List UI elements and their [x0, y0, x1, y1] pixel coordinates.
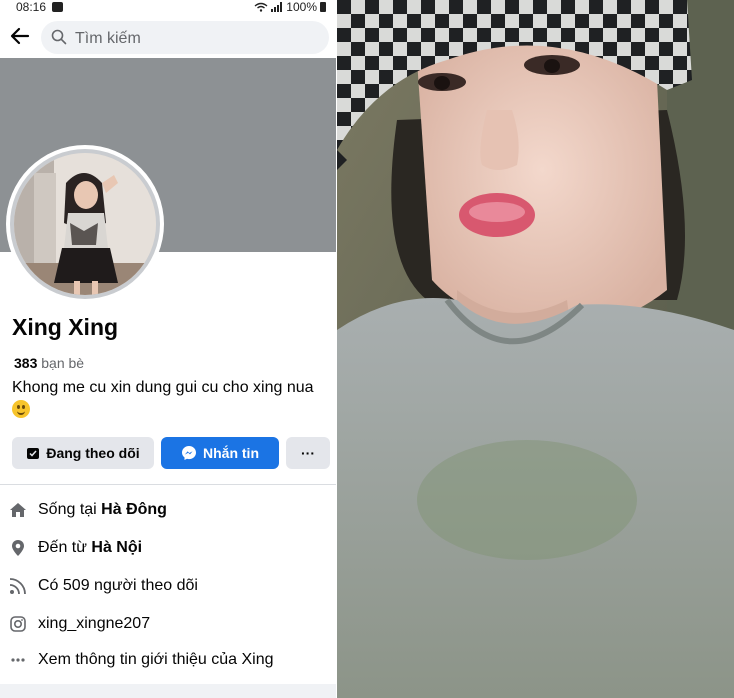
message-button[interactable]: Nhắn tin: [161, 437, 279, 469]
location-pin-icon: [12, 540, 24, 556]
from-place[interactable]: Hà Nội: [91, 539, 142, 556]
bottom-separator: [0, 684, 336, 698]
lives-prefix: Sống tại: [38, 501, 97, 518]
following-icon: [27, 448, 40, 459]
status-icons: 100%: [254, 0, 326, 14]
detail-instagram[interactable]: xing_xingne207: [0, 606, 336, 642]
battery-icon: [320, 2, 326, 12]
search-row: [0, 18, 336, 58]
battery-text: 100%: [286, 0, 317, 14]
detail-from: Đến từ Hà Nội: [0, 530, 336, 566]
see-about-text: Xem thông tin giới thiệu của Xing: [38, 651, 274, 668]
lives-place[interactable]: Hà Đông: [101, 501, 167, 518]
from-prefix: Đến từ: [38, 539, 87, 556]
avatar-photo: [14, 153, 156, 295]
profile-name: Xing Xing: [12, 314, 119, 340]
profile-panel: 08:16 100% Tìm kiếm Xing Xing 383 bạn bè…: [0, 0, 336, 698]
selfie-image: [337, 0, 734, 698]
status-time: 08:16: [16, 0, 47, 14]
selfie-photo: [337, 0, 734, 698]
profile-bio: Khong me cu xin dung gui cu cho xing nua: [12, 378, 332, 418]
avatar[interactable]: [14, 153, 156, 295]
detail-see-about[interactable]: Xem thông tin giới thiệu của Xing: [0, 642, 336, 678]
wifi-icon: [254, 2, 268, 12]
bio-text: Khong me cu xin dung gui cu cho xing nua: [12, 379, 314, 396]
search-input[interactable]: [73, 21, 317, 56]
more-dots-icon: ···: [301, 445, 315, 461]
following-label: Đang theo dõi: [46, 445, 140, 461]
section-divider: [0, 484, 336, 485]
search-icon: [51, 29, 67, 45]
rss-followers-icon: [9, 578, 26, 595]
signal-icon: [271, 2, 283, 12]
detail-lives-in: Sống tại Hà Đông: [0, 492, 336, 528]
following-button[interactable]: Đang theo dõi: [12, 437, 154, 469]
status-bar: 08:16 100%: [0, 0, 336, 16]
gallery-icon: [52, 2, 63, 12]
detail-followers: Có 509 người theo dõi: [0, 568, 336, 604]
messenger-icon: [182, 446, 196, 460]
back-arrow-icon[interactable]: [8, 24, 32, 48]
instagram-icon: [10, 616, 26, 632]
followers-text: Có 509 người theo dõi: [38, 577, 198, 594]
friends-count[interactable]: 383 bạn bè: [14, 355, 84, 371]
more-button[interactable]: ···: [286, 437, 330, 469]
friends-label: bạn bè: [41, 355, 85, 371]
instagram-handle: xing_xingne207: [38, 615, 151, 632]
message-label: Nhắn tin: [203, 445, 259, 461]
more-horizontal-icon: [11, 658, 25, 662]
search-box[interactable]: [41, 21, 329, 56]
friends-number: 383: [14, 355, 38, 371]
home-icon: [10, 503, 26, 517]
smile-emoji-icon: [12, 400, 30, 418]
